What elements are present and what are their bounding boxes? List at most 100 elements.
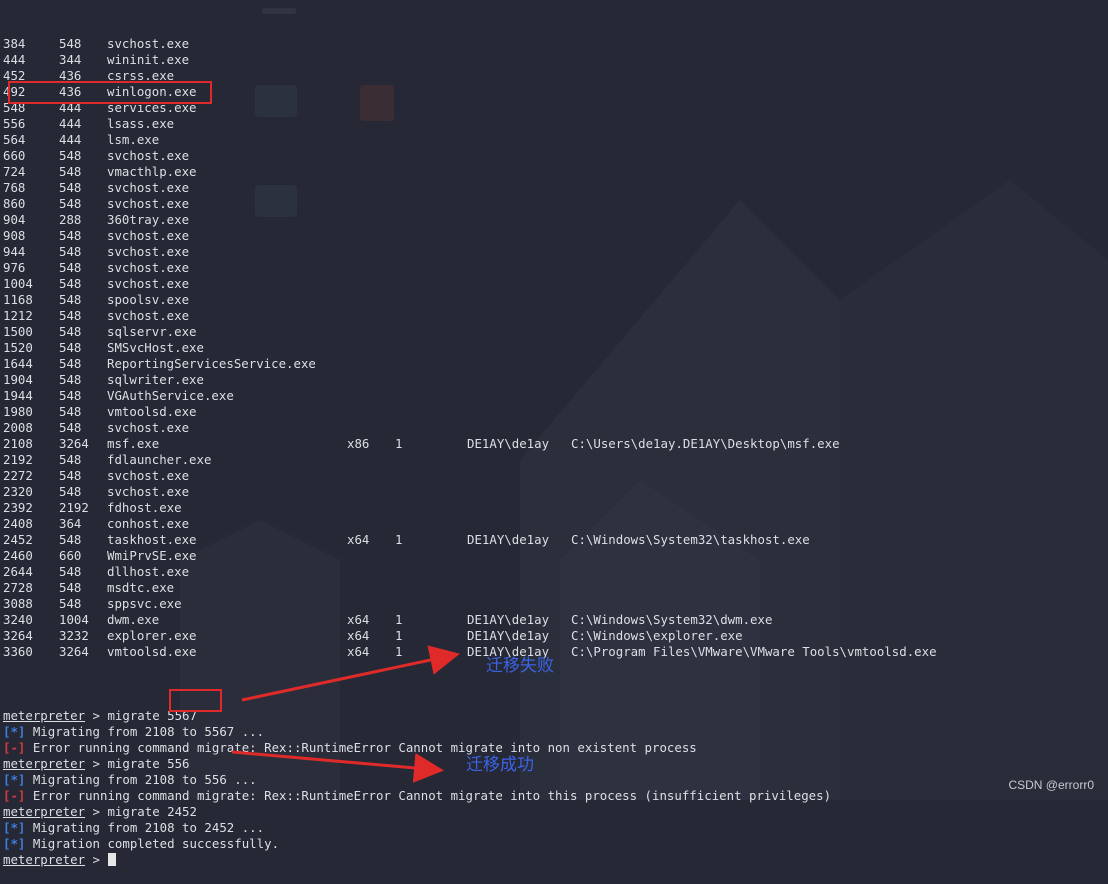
process-name: vmtoolsd.exe (107, 404, 197, 419)
process-row: 2408 364 conhost.exe (3, 516, 1108, 532)
terminal[interactable]: 384 548 svchost.exe 444 344 wininit.exe 452 436… (3, 4, 1108, 884)
process-name: fdhost.exe (107, 500, 182, 515)
process-row: 3088 548 sppsvc.exe (3, 596, 1108, 612)
console-line: [*] Migrating from 2108 to 2452 ... (3, 820, 1108, 836)
migrate-556-highlight-box (169, 689, 222, 712)
text-cursor[interactable] (108, 853, 117, 866)
process-session: 1 (395, 532, 403, 547)
process-ppid: 3232 (59, 628, 89, 643)
process-name: msdtc.exe (107, 580, 175, 595)
process-name: svchost.exe (107, 420, 190, 435)
process-pid: 3240 (3, 612, 33, 627)
process-row: 564 444 lsm.exe (3, 132, 1108, 148)
process-name: svchost.exe (107, 180, 190, 195)
process-pid: 2192 (3, 452, 33, 467)
info-tag: [*] (3, 772, 26, 787)
process-row: 976 548 svchost.exe (3, 260, 1108, 276)
process-row: 3240 1004 dwm.exe x64 1 DE1AY\de1ay C:\Windows… (3, 612, 1108, 628)
meterpreter-prompt: meterpreter (3, 756, 86, 771)
process-row: 2644 548 dllhost.exe (3, 564, 1108, 580)
process-ppid: 548 (59, 596, 82, 611)
process-row: 660 548 svchost.exe (3, 148, 1108, 164)
process-pid: 2320 (3, 484, 33, 499)
process-pid: 1904 (3, 372, 33, 387)
process-ppid: 548 (59, 308, 82, 323)
process-pid: 3360 (3, 644, 33, 659)
process-pid: 444 (3, 52, 26, 67)
process-name: msf.exe (107, 436, 160, 451)
process-name: sqlservr.exe (107, 324, 197, 339)
process-name: svchost.exe (107, 36, 190, 51)
process-ppid: 548 (59, 180, 82, 195)
process-ppid: 548 (59, 276, 82, 291)
process-pid: 2644 (3, 564, 33, 579)
console-line: [-] Error running command migrate: Rex::… (3, 788, 1108, 804)
process-ppid: 548 (59, 452, 82, 467)
console-text: Error running command migrate: Rex::Runt… (25, 740, 697, 755)
process-ppid: 548 (59, 228, 82, 243)
process-ppid: 548 (59, 164, 82, 179)
process-row: 860 548 svchost.exe (3, 196, 1108, 212)
console-text: Migrating from 2108 to 5567 ... (25, 724, 265, 739)
process-name: WmiPrvSE.exe (107, 548, 197, 563)
console-output: meterpreter > migrate 5567 [*] Migrating … (3, 708, 1108, 868)
process-ppid: 548 (59, 404, 82, 419)
console-line: meterpreter > (3, 852, 1108, 868)
info-tag: [*] (3, 820, 26, 835)
process-row: 2392 2192 fdhost.exe (3, 500, 1108, 516)
console-text: > (85, 852, 108, 867)
process-ppid: 548 (59, 420, 82, 435)
console-text: Error running command migrate: Rex::Runt… (25, 788, 832, 803)
process-pid: 3088 (3, 596, 33, 611)
process-name: svchost.exe (107, 244, 190, 259)
process-pid: 904 (3, 212, 26, 227)
process-row: 1212 548 svchost.exe (3, 308, 1108, 324)
process-path: C:\Windows\System32\dwm.exe (571, 612, 773, 627)
process-row: 904 288 360tray.exe (3, 212, 1108, 228)
process-user: DE1AY\de1ay (467, 436, 550, 451)
process-name: 360tray.exe (107, 212, 190, 227)
process-pid: 2392 (3, 500, 33, 515)
process-ppid: 548 (59, 260, 82, 275)
fail-annotation-label: 迁移失败 (486, 656, 554, 676)
process-arch: x64 (347, 628, 370, 643)
process-name: dllhost.exe (107, 564, 190, 579)
process-name: svchost.exe (107, 260, 190, 275)
error-tag: [-] (3, 788, 26, 803)
process-pid: 976 (3, 260, 26, 275)
process-table: 384 548 svchost.exe 444 344 wininit.exe 452 436… (3, 36, 1108, 660)
console-line: meterpreter > migrate 2452 (3, 804, 1108, 820)
process-name: wininit.exe (107, 52, 190, 67)
process-pid: 2008 (3, 420, 33, 435)
process-pid: 1644 (3, 356, 33, 371)
process-ppid: 548 (59, 564, 82, 579)
process-ppid: 548 (59, 244, 82, 259)
process-arch: x64 (347, 644, 370, 659)
process-name: svchost.exe (107, 484, 190, 499)
process-name: svchost.exe (107, 228, 190, 243)
process-ppid: 548 (59, 484, 82, 499)
process-pid: 2460 (3, 548, 33, 563)
process-ppid: 548 (59, 292, 82, 307)
process-ppid: 548 (59, 580, 82, 595)
process-row: 908 548 svchost.exe (3, 228, 1108, 244)
process-name: spoolsv.exe (107, 292, 190, 307)
console-line: [*] Migration completed successfully. (3, 836, 1108, 852)
process-pid: 2408 (3, 516, 33, 531)
info-tag: [*] (3, 836, 26, 851)
process-name: svchost.exe (107, 148, 190, 163)
process-row: 2460 660 WmiPrvSE.exe (3, 548, 1108, 564)
process-row: 556 444 lsass.exe (3, 116, 1108, 132)
process-ppid: 2192 (59, 500, 89, 515)
watermark: CSDN @errorr0 (1008, 778, 1094, 792)
console-line: [*] Migrating from 2108 to 556 ... (3, 772, 1108, 788)
process-pid: 2108 (3, 436, 33, 451)
process-row: 724 548 vmacthlp.exe (3, 164, 1108, 180)
process-ppid: 444 (59, 116, 82, 131)
process-name: conhost.exe (107, 516, 190, 531)
process-pid: 1944 (3, 388, 33, 403)
process-name: lsm.exe (107, 132, 160, 147)
process-pid: 908 (3, 228, 26, 243)
process-name: taskhost.exe (107, 532, 197, 547)
console-text: Migration completed successfully. (25, 836, 280, 851)
